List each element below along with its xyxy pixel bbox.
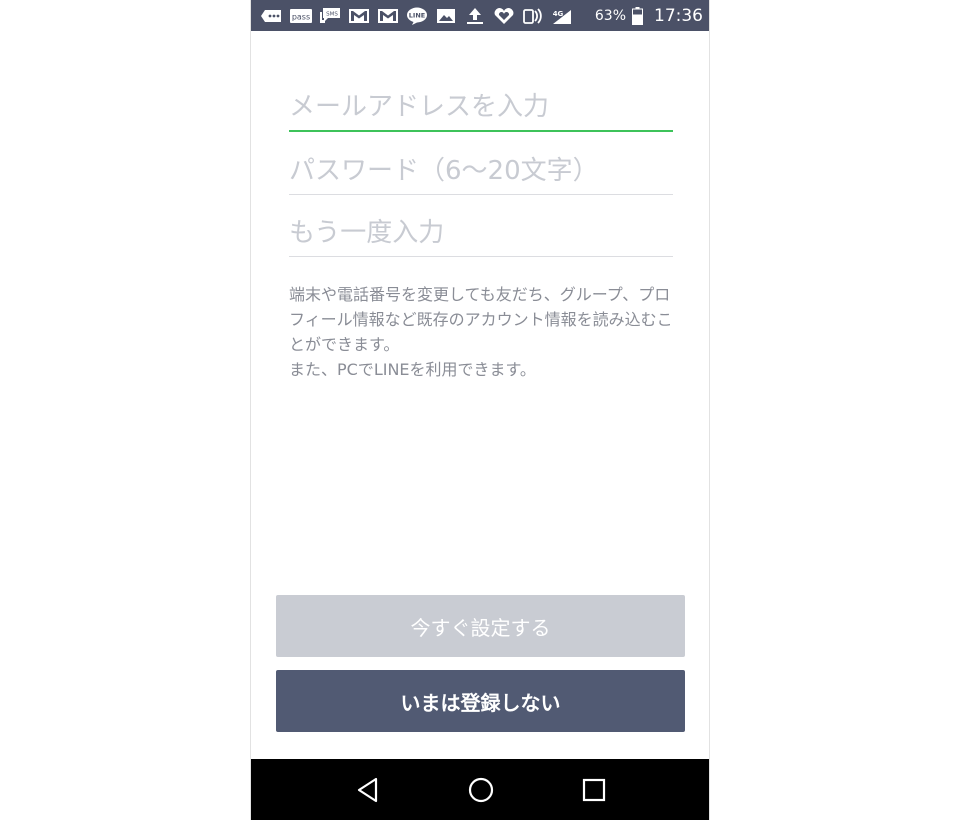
password-underline [289,194,673,195]
email-field-group [289,92,673,132]
password-input[interactable] [289,156,673,194]
heart-app-icon [493,7,515,25]
set-now-button[interactable]: 今すぐ設定する [276,595,685,657]
pass-app-icon: pass [290,7,312,25]
sms-label: SMS [326,11,338,17]
network-label: 4G [553,10,564,18]
gmail-icon [377,7,399,25]
notification-icons: pass SMS LINE 4G [261,7,595,25]
gmail-icon [348,7,370,25]
email-underline [289,130,673,132]
image-icon [435,7,457,25]
description-text: 端末や電話番号を変更しても友だち、グループ、プロフィール情報など既存のアカウント… [289,285,673,379]
password-field-group [289,156,673,195]
confirm-password-input[interactable] [289,218,673,256]
confirm-underline [289,256,673,257]
upload-icon [464,7,486,25]
line-icon: LINE [406,7,428,25]
status-bar: pass SMS LINE 4G 63% 17:36 [251,0,709,31]
confirm-password-field-group [289,218,673,257]
clock: 17:36 [654,5,703,26]
battery-percent: 63% [594,7,626,24]
pass-label: pass [292,12,310,21]
recents-icon[interactable] [574,770,614,810]
status-right: 63% 17:36 [595,6,703,26]
home-icon[interactable] [461,770,501,810]
signal-4g-icon: 4G [551,7,573,25]
skip-registration-button[interactable]: いまは登録しない [276,670,685,732]
battery-icon [631,6,643,25]
more-notifications-icon [261,7,283,25]
nfc-icon [522,7,544,25]
back-icon[interactable] [348,770,388,810]
sms-icon: SMS [319,7,341,25]
phone-screen: pass SMS LINE 4G 63% 17:36 メールアドレスを入力 端末… [250,0,710,820]
email-input[interactable] [289,92,673,130]
line-label: LINE [409,11,425,19]
navigation-bar [251,759,709,820]
